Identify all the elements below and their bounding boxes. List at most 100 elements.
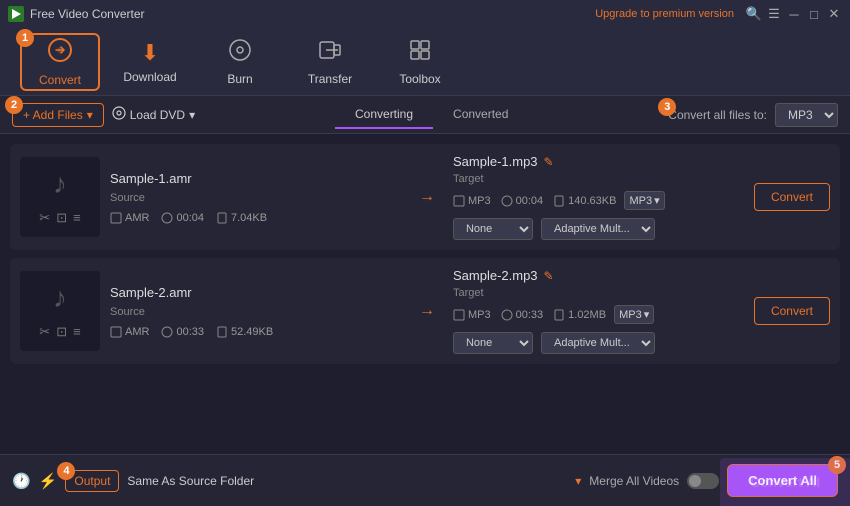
load-dvd-button[interactable]: Load DVD ▾ <box>112 106 195 123</box>
music-icon: ♪ <box>53 168 67 200</box>
toolbar-convert-label: Convert <box>39 73 81 87</box>
convert-icon <box>47 37 73 69</box>
effect-row-1: None Adaptive Mult... <box>453 218 744 240</box>
file-info-2: Sample-2.amr Source AMR 00:33 52.49KB <box>110 285 401 338</box>
effect-select-2a[interactable]: None <box>453 332 533 354</box>
close-button[interactable]: ✕ <box>826 6 842 22</box>
minimize-button[interactable]: ─ <box>786 6 802 22</box>
target-name-1: Sample-1.mp3 ✎ <box>453 154 744 169</box>
source-info-2: AMR 00:33 52.49KB <box>110 326 401 338</box>
load-dvd-label: Load DVD <box>130 108 185 122</box>
tab-converted[interactable]: Converted <box>433 101 528 129</box>
music-icon: ♪ <box>53 282 67 314</box>
file-thumbnail-2: ♪ ✂ ⊡ ≡ <box>20 271 100 351</box>
cut-icon[interactable]: ✂ <box>39 324 50 340</box>
convert-all-button[interactable]: 5 Convert All <box>727 464 838 497</box>
file-row: ♪ ✂ ⊡ ≡ Sample-2.amr Source AMR 00:33 <box>10 258 840 364</box>
output-path-dropdown[interactable]: ▾ <box>575 474 581 488</box>
arrow-icon-2: → <box>411 302 443 320</box>
chevron-down-icon: ▾ <box>644 308 650 321</box>
action-bar: 2 + Add Files ▾ Load DVD ▾ Converting Co… <box>0 96 850 134</box>
toolbar-item-burn[interactable]: Burn <box>200 33 280 91</box>
add-files-label: + Add Files <box>23 108 83 122</box>
add-files-badge: 2 <box>5 96 23 114</box>
file-info-1: Sample-1.amr Source AMR 00:04 7.04KB <box>110 171 401 224</box>
format-select[interactable]: MP3 MP4 AAC <box>775 103 838 127</box>
target-info-row-1: MP3 00:04 140.63KB MP3 ▾ <box>453 191 744 210</box>
source-info-1: AMR 00:04 7.04KB <box>110 212 401 224</box>
toolbar-item-convert[interactable]: 1 Convert <box>20 33 100 91</box>
convert-button-1[interactable]: Convert <box>754 183 830 211</box>
toolbar: 1 Convert ⬇ Download Burn <box>0 28 850 96</box>
source-size-2: 52.49KB <box>216 326 273 338</box>
output-badge: 4 <box>57 462 75 480</box>
crop-icon[interactable]: ⊡ <box>56 324 67 340</box>
file-thumbnail-1: ♪ ✂ ⊡ ≡ <box>20 157 100 237</box>
title-bar: Free Video Converter Upgrade to premium … <box>0 0 850 28</box>
source-size-1: 7.04KB <box>216 212 267 224</box>
target-info-row-2: MP3 00:33 1.02MB MP3 ▾ <box>453 305 744 324</box>
upgrade-link[interactable]: Upgrade to premium version <box>595 8 734 20</box>
convert-all-badge: 5 <box>828 456 846 474</box>
bottom-bar: 🕐 ⚡ 4 Output Same As Source Folder ▾ Mer… <box>0 454 850 506</box>
source-duration-1: 00:04 <box>161 212 204 224</box>
app-title: Free Video Converter <box>30 7 145 21</box>
toolbar-item-transfer[interactable]: Transfer <box>290 33 370 91</box>
clock-icon[interactable]: 🕐 <box>12 472 31 490</box>
app-logo-icon <box>8 6 24 22</box>
adjust-icon[interactable]: ≡ <box>73 210 81 226</box>
crop-icon[interactable]: ⊡ <box>56 210 67 226</box>
effect-select-1a[interactable]: None <box>453 218 533 240</box>
download-icon: ⬇ <box>141 40 159 66</box>
add-files-button[interactable]: 2 + Add Files ▾ <box>12 103 104 127</box>
file-name-2: Sample-2.amr <box>110 285 401 300</box>
file-name-1: Sample-1.amr <box>110 171 401 186</box>
edit-icon-1[interactable]: ✎ <box>544 155 554 169</box>
maximize-button[interactable]: □ <box>806 6 822 22</box>
target-area-1: Sample-1.mp3 ✎ Target MP3 00:04 1 <box>453 154 744 240</box>
tab-converting[interactable]: Converting <box>335 101 433 129</box>
target-info-2: MP3 00:33 1.02MB <box>453 309 606 321</box>
load-dvd-icon <box>112 106 126 123</box>
effect-select-1b[interactable]: Adaptive Mult... <box>541 218 655 240</box>
source-format-1: AMR <box>110 212 149 224</box>
load-dvd-chevron-icon: ▾ <box>189 108 195 122</box>
toolbar-toolbox-label: Toolbox <box>399 72 440 86</box>
merge-label: Merge All Videos <box>589 474 679 488</box>
bolt-icon[interactable]: ⚡ <box>39 472 58 490</box>
toolbar-item-download[interactable]: ⬇ Download <box>110 33 190 91</box>
title-bar-right: Upgrade to premium version 🔍 ☰ ─ □ ✕ <box>595 6 842 22</box>
toolbar-transfer-label: Transfer <box>308 72 352 86</box>
edit-icon-2[interactable]: ✎ <box>544 269 554 283</box>
target-format-dropdown-2[interactable]: MP3 ▾ <box>614 305 654 324</box>
toolbox-icon <box>408 38 432 68</box>
title-bar-left: Free Video Converter <box>8 6 145 22</box>
effect-select-2b[interactable]: Adaptive Mult... <box>541 332 655 354</box>
menu-button[interactable]: ☰ <box>766 6 782 22</box>
cut-icon[interactable]: ✂ <box>39 210 50 226</box>
toolbar-download-label: Download <box>123 70 176 84</box>
output-path: Same As Source Folder <box>127 474 567 488</box>
arrow-icon-1: → <box>411 188 443 206</box>
burn-icon <box>228 38 252 68</box>
toolbar-burn-label: Burn <box>227 72 252 86</box>
tabs-area: Converting Converted <box>203 101 660 129</box>
adjust-icon[interactable]: ≡ <box>73 324 81 340</box>
main-content: ♪ ✂ ⊡ ≡ Sample-1.amr Source AMR 00:04 <box>0 134 850 474</box>
transfer-icon <box>318 38 342 68</box>
convert-button-2[interactable]: Convert <box>754 297 830 325</box>
search-button[interactable]: 🔍 <box>746 6 762 22</box>
merge-toggle[interactable] <box>687 473 719 489</box>
source-duration-2: 00:33 <box>161 326 204 338</box>
toolbar-item-toolbox[interactable]: Toolbox <box>380 33 460 91</box>
chevron-down-icon: ▾ <box>654 194 660 207</box>
add-files-chevron-icon: ▾ <box>87 108 93 122</box>
file-row: ♪ ✂ ⊡ ≡ Sample-1.amr Source AMR 00:04 <box>10 144 840 250</box>
source-format-2: AMR <box>110 326 149 338</box>
target-format-dropdown-1[interactable]: MP3 ▾ <box>624 191 664 210</box>
convert-all-badge: 3 <box>658 98 676 116</box>
target-info-1: MP3 00:04 140.63KB <box>453 195 616 207</box>
toolbar-convert-badge: 1 <box>16 29 34 47</box>
output-label: 4 Output <box>65 470 119 492</box>
effect-row-2: None Adaptive Mult... <box>453 332 744 354</box>
